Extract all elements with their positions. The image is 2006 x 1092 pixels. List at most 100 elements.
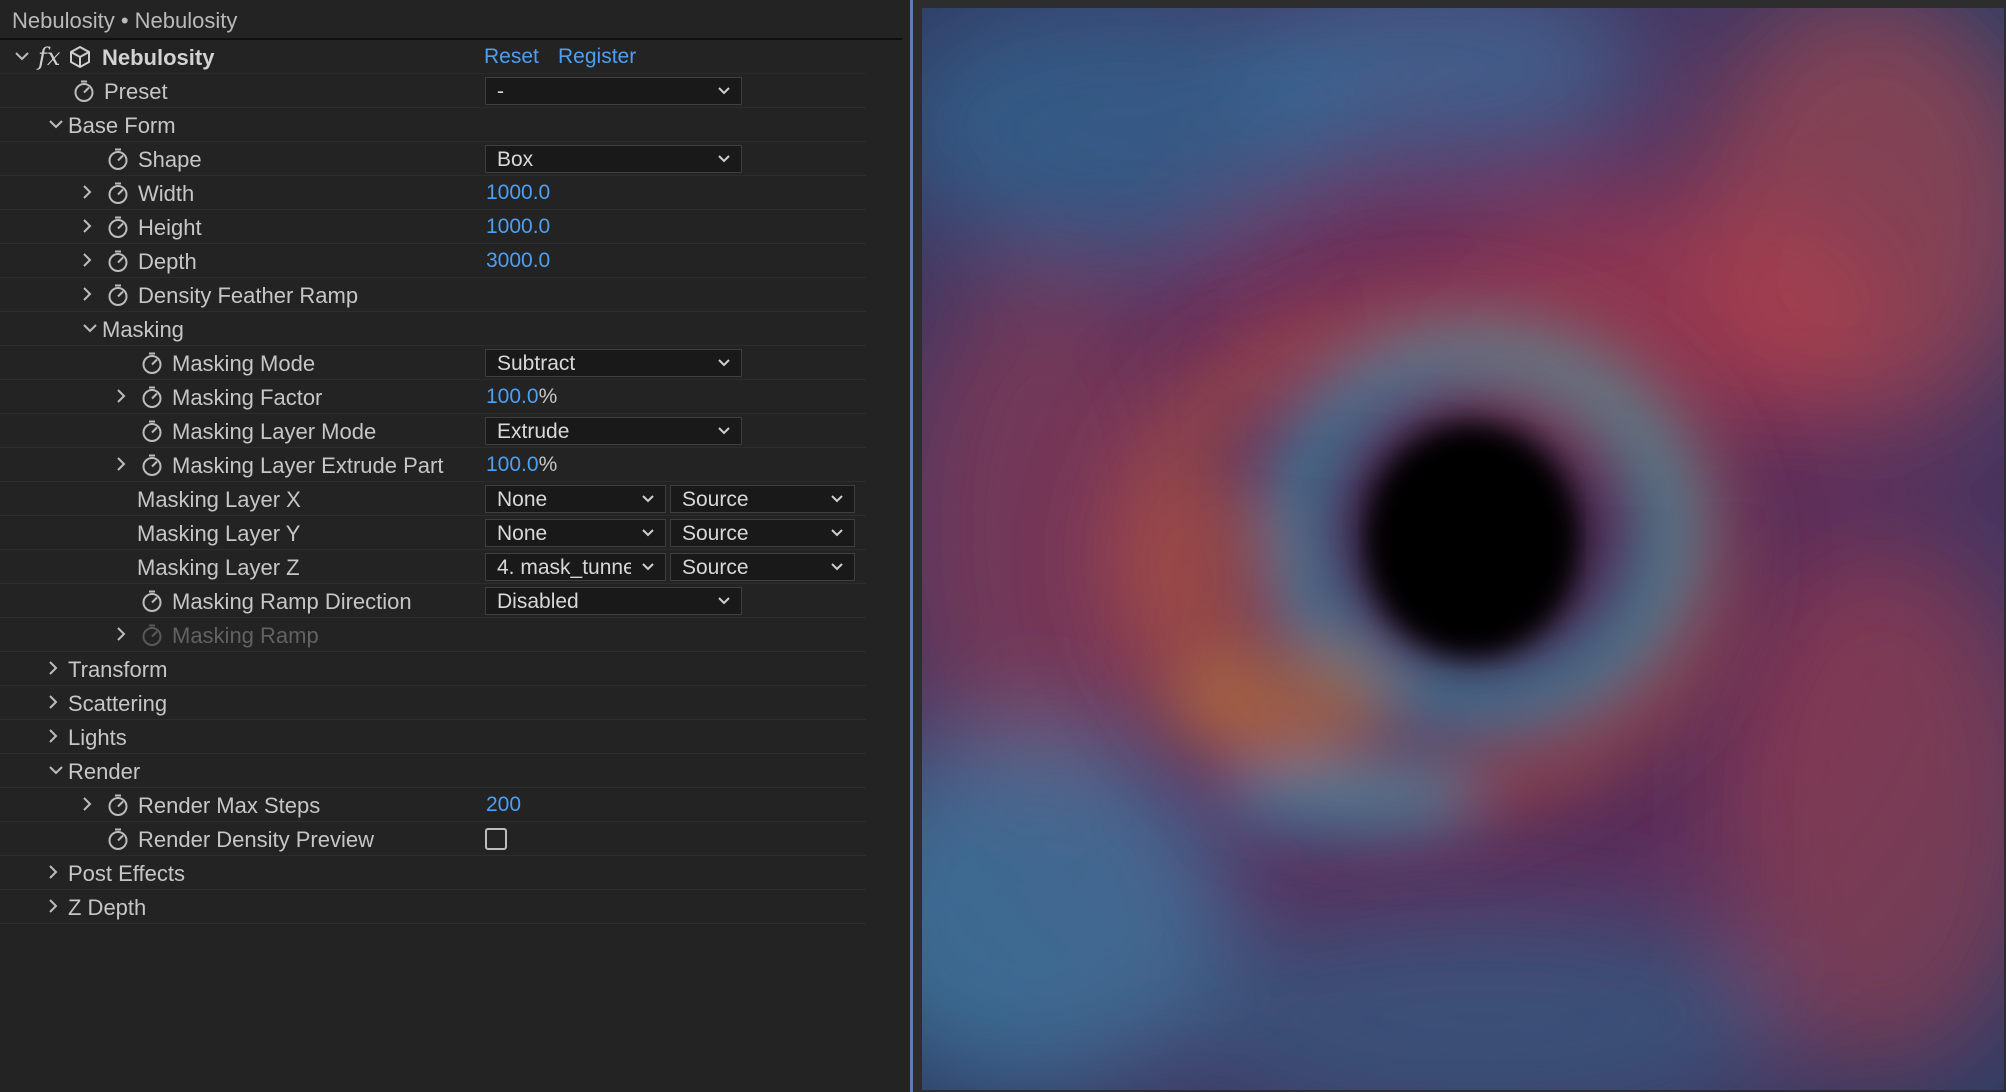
stopwatch-icon[interactable] (106, 283, 130, 307)
render-max-steps-value[interactable]: 200 (486, 793, 521, 817)
group-row-lights[interactable]: Lights (0, 720, 866, 754)
group-row-z-depth[interactable]: Z Depth (0, 890, 866, 924)
group-label: Lights (68, 725, 127, 750)
masking-layer-y-layer-dropdown[interactable]: None (485, 519, 666, 547)
property-label: Masking Ramp Direction (172, 589, 412, 614)
chevron-right-icon[interactable] (77, 284, 97, 304)
chevron-down-icon (716, 151, 732, 167)
chevron-right-icon[interactable] (77, 250, 97, 270)
property-label: Render Max Steps (138, 793, 321, 818)
masking-layer-y-source-dropdown[interactable]: Source (670, 519, 855, 547)
property-label: Masking Layer X (137, 487, 301, 512)
property-row-render-max-steps: Render Max Steps 200 (0, 788, 866, 822)
property-label: Density Feather Ramp (138, 283, 359, 308)
shape-dropdown[interactable]: Box (485, 145, 742, 173)
panel-header: Nebulosity • Nebulosity (0, 0, 902, 40)
chevron-right-icon[interactable] (43, 658, 63, 678)
group-row-post-effects[interactable]: Post Effects (0, 856, 866, 890)
property-row-shape: Shape Box (0, 142, 866, 176)
group-label: Render (68, 759, 141, 784)
masking-layer-x-layer-dropdown[interactable]: None (485, 485, 666, 513)
chevron-down-icon (640, 491, 656, 507)
stopwatch-icon[interactable] (106, 793, 130, 817)
masking-layer-extrude-part-value[interactable]: 100.0% (486, 453, 557, 477)
chevron-right-icon[interactable] (43, 692, 63, 712)
property-list: fx Nebulosity Reset Register Preset - Ba… (0, 40, 866, 924)
height-value[interactable]: 1000.0 (486, 215, 550, 239)
chevron-down-icon[interactable] (46, 760, 66, 780)
group-row-scattering[interactable]: Scattering (0, 686, 866, 720)
stopwatch-icon[interactable] (106, 147, 130, 171)
stopwatch-icon[interactable] (140, 351, 164, 375)
property-label: Masking Layer Mode (172, 419, 377, 444)
chevron-right-icon[interactable] (111, 386, 131, 406)
property-label: Width (138, 181, 195, 206)
group-row-render[interactable]: Render (0, 754, 866, 788)
masking-layer-z-source-dropdown[interactable]: Source (670, 553, 855, 581)
fx-icon[interactable]: fx (38, 43, 60, 71)
masking-layer-x-source-dropdown[interactable]: Source (670, 485, 855, 513)
chevron-down-icon (640, 525, 656, 541)
property-row-width: Width 1000.0 (0, 176, 866, 210)
chevron-right-icon[interactable] (43, 896, 63, 916)
width-value[interactable]: 1000.0 (486, 181, 550, 205)
property-label: Render Density Preview (138, 827, 374, 852)
stopwatch-icon[interactable] (106, 249, 130, 273)
group-label: Post Effects (68, 861, 185, 886)
property-row-masking-mode: Masking Mode Subtract (0, 346, 866, 380)
chevron-down-icon (716, 423, 732, 439)
chevron-right-icon[interactable] (43, 726, 63, 746)
stopwatch-icon[interactable] (140, 385, 164, 409)
chevron-right-icon[interactable] (77, 794, 97, 814)
chevron-down-icon[interactable] (80, 318, 100, 338)
chevron-right-icon[interactable] (43, 862, 63, 882)
cube-icon (68, 45, 92, 69)
effect-header-row: fx Nebulosity Reset Register (0, 40, 866, 74)
property-row-density-feather-ramp: Density Feather Ramp (0, 278, 866, 312)
stopwatch-icon[interactable] (106, 215, 130, 239)
stopwatch-icon[interactable] (140, 453, 164, 477)
stopwatch-icon[interactable] (140, 589, 164, 613)
masking-layer-z-layer-dropdown[interactable]: 4. mask_tunnel (485, 553, 666, 581)
property-label: Preset (104, 79, 168, 104)
chevron-down-icon (829, 525, 845, 541)
chevron-down-icon[interactable] (46, 114, 66, 134)
chevron-down-icon (716, 83, 732, 99)
group-label: Scattering (68, 691, 168, 716)
chevron-down-icon[interactable] (12, 46, 32, 66)
masking-layer-mode-dropdown[interactable]: Extrude (485, 417, 742, 445)
property-row-masking-ramp: Masking Ramp (0, 618, 866, 652)
chevron-right-icon[interactable] (77, 182, 97, 202)
property-row-masking-ramp-direction: Masking Ramp Direction Disabled (0, 584, 866, 618)
group-label: Base Form (68, 113, 176, 138)
stopwatch-icon[interactable] (106, 827, 130, 851)
chevron-right-icon[interactable] (77, 216, 97, 236)
masking-mode-dropdown[interactable]: Subtract (485, 349, 742, 377)
property-row-preset: Preset - (0, 74, 866, 108)
group-label: Transform (68, 657, 168, 682)
property-row-render-density-preview: Render Density Preview (0, 822, 866, 856)
chevron-down-icon (716, 355, 732, 371)
register-link[interactable]: Register (558, 45, 636, 69)
property-label: Height (138, 215, 202, 240)
chevron-right-icon[interactable] (111, 454, 131, 474)
group-row-masking[interactable]: Masking (0, 312, 866, 346)
render-density-preview-checkbox[interactable] (485, 828, 507, 850)
group-row-transform[interactable]: Transform (0, 652, 866, 686)
preset-dropdown[interactable]: - (485, 77, 742, 105)
masking-ramp-direction-dropdown[interactable]: Disabled (485, 587, 742, 615)
stopwatch-icon[interactable] (72, 79, 96, 103)
depth-value[interactable]: 3000.0 (486, 249, 550, 273)
property-row-masking-layer-extrude-part: Masking Layer Extrude Part 100.0% (0, 448, 866, 482)
chevron-right-icon[interactable] (111, 624, 131, 644)
stopwatch-icon[interactable] (106, 181, 130, 205)
effect-controls-panel: Nebulosity • Nebulosity fx Nebulosity Re… (0, 0, 902, 1092)
reset-link[interactable]: Reset (484, 45, 539, 69)
stopwatch-icon[interactable] (140, 419, 164, 443)
group-row-base-form[interactable]: Base Form (0, 108, 866, 142)
chevron-down-icon (829, 559, 845, 575)
property-row-masking-layer-mode: Masking Layer Mode Extrude (0, 414, 866, 448)
masking-factor-value[interactable]: 100.0% (486, 385, 557, 409)
group-label: Z Depth (68, 895, 147, 920)
property-row-masking-layer-x: Masking Layer X None Source (0, 482, 866, 516)
